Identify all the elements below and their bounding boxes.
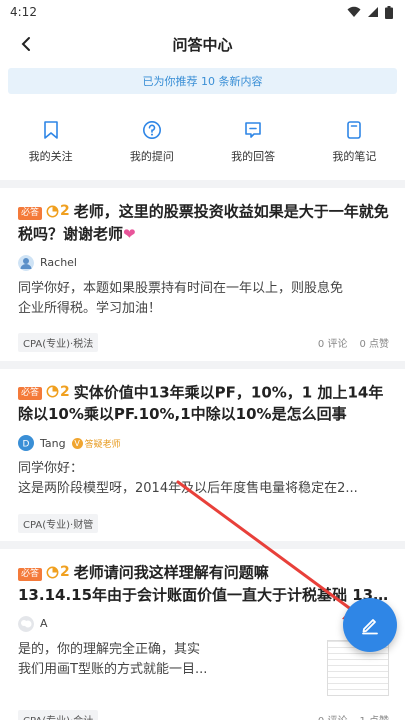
avatar: D: [18, 435, 34, 451]
author-name: Rachel: [40, 256, 77, 269]
coin-icon: [46, 385, 59, 398]
category-tag[interactable]: CPA(专业)·税法: [18, 333, 99, 352]
question-card[interactable]: 必答 2 老师，这里的股票投资收益如果是大于一年就免税吗？谢谢老师❤ Rachel …: [0, 188, 405, 361]
shortcut-label: 我的笔记: [332, 150, 377, 163]
card-stats: 0 评论 0 点赞: [318, 335, 389, 350]
must-answer-tag: 必答: [18, 206, 43, 220]
author-name: Tang: [40, 436, 66, 450]
shortcut-my-answers[interactable]: 我的回答: [213, 120, 293, 164]
comment-count: 0 评论: [317, 339, 348, 350]
nav-bar: 问答中心: [0, 24, 405, 64]
avatar: [18, 615, 34, 632]
question-title[interactable]: 必答 2 老师请问我这样理解有问题嘛 13.14.15年由于会计账面价值一直大于计税…: [18, 561, 389, 606]
question-title-line2: 13.14.15年由于会计账面价值一直大于计税基础 13年80...: [18, 585, 389, 604]
coin-reward: 2: [46, 200, 70, 222]
shortcut-label: 我的关注: [28, 150, 73, 163]
coin-reward: 2: [46, 381, 70, 403]
banner-container: 已为你推荐 10 条新内容: [0, 64, 405, 100]
question-icon: [142, 121, 161, 139]
coin-count: 2: [60, 383, 70, 400]
shortcut-label: 我的提问: [129, 150, 174, 163]
v-badge-icon: V: [71, 437, 83, 449]
answer-line: 我们用画T型账的方式就能一目...: [18, 661, 208, 677]
like-count: 1 点赞: [359, 712, 389, 720]
heart-emoji: ❤: [123, 224, 136, 243]
ask-question-button[interactable]: [343, 598, 397, 652]
answer-line: 同学你好，本题如果股票持有时间在一年以上，则股息免: [18, 280, 344, 296]
chevron-left-icon: [21, 37, 30, 51]
answer-preview[interactable]: 是的，你的理解完全正确，其实 我们用画T型账的方式就能一目...: [18, 640, 317, 680]
question-title-text: 老师，这里的股票投资收益如果是大于一年就免税吗？谢谢老师: [18, 202, 389, 243]
author-name: A: [40, 617, 48, 630]
avatar: [18, 254, 34, 271]
question-title[interactable]: 必答 2 实体价值中13年乘以PF，10%，1 加上14年除以10%乘以PF.10%…: [18, 381, 389, 426]
answer-line: 企业所得税。学习加油！: [18, 300, 162, 316]
coin-count: 2: [60, 564, 70, 580]
author-row: Rachel: [18, 253, 389, 273]
answer-line: 是的，你的理解完全正确，其实: [18, 641, 201, 657]
recommend-banner: 已为你推荐 10 条新内容: [8, 68, 397, 94]
category-tag[interactable]: CPA(专业)·财管: [18, 513, 99, 533]
signal-icon: [368, 7, 378, 17]
question-title[interactable]: 必答 2 老师，这里的股票投资收益如果是大于一年就免税吗？谢谢老师❤: [18, 200, 389, 245]
card-meta: CPA(专业)·财管: [18, 505, 389, 541]
question-feed: 必答 2 老师，这里的股票投资收益如果是大于一年就免税吗？谢谢老师❤ Rachel …: [0, 188, 405, 720]
back-button[interactable]: [14, 32, 38, 56]
comment-count: 0 评论: [318, 712, 348, 720]
status-icons: [347, 5, 393, 19]
must-answer-tag: 必答: [18, 387, 43, 400]
coin-reward: 2: [46, 561, 70, 583]
author-row: A: [18, 614, 389, 634]
comment-icon: [245, 122, 261, 138]
question-title-text: 实体价值中13年乘以PF，10%，1 加上14年除以10%乘以PF.10%,1中…: [18, 383, 384, 423]
page-title: 问答中心: [172, 35, 233, 54]
category-tag[interactable]: CPA(专业)·会计: [18, 710, 99, 720]
bookmark-icon: [43, 121, 58, 139]
teacher-badge: V 答疑老师: [71, 437, 121, 450]
wifi-icon: [347, 6, 361, 17]
pencil-icon: [362, 619, 378, 635]
note-icon: [347, 121, 362, 139]
answer-line: 同学你好：: [18, 461, 84, 476]
answer-preview[interactable]: 同学你好，本题如果股票持有时间在一年以上，则股息免 企业所得税。学习加油！: [18, 279, 389, 319]
question-title-text: 老师请问我这样理解有问题嘛: [73, 563, 269, 582]
shortcut-label: 我的回答: [231, 150, 276, 163]
status-bar: 4:12: [0, 0, 405, 24]
svg-text:D: D: [23, 440, 30, 450]
answer-line: 这是两阶段模型呀，2014年及以后年度售电量将稳定在2...: [18, 481, 358, 496]
battery-icon: [385, 5, 393, 19]
shortcut-bar: 我的关注 我的提问 我的回答 我的笔记: [0, 100, 405, 180]
shortcut-my-follows[interactable]: 我的关注: [11, 120, 91, 164]
coin-count: 2: [60, 203, 70, 219]
must-answer-tag: 必答: [18, 567, 43, 581]
card-meta: CPA(专业)·会计 0 评论 1 点赞: [18, 702, 389, 720]
shortcut-my-notes[interactable]: 我的笔记: [314, 120, 394, 164]
like-count: 0 点赞: [359, 339, 389, 350]
card-stats: 0 评论 1 点赞: [318, 712, 389, 720]
answer-block: 是的，你的理解完全正确，其实 我们用画T型账的方式就能一目...: [18, 634, 389, 696]
card-meta: CPA(专业)·税法 0 评论 0 点赞: [18, 325, 389, 361]
question-card[interactable]: 必答 2 实体价值中13年乘以PF，10%，1 加上14年除以10%乘以PF.10%…: [0, 368, 405, 541]
coin-icon: [46, 205, 59, 217]
coin-icon: [46, 566, 59, 578]
status-time: 4:12: [10, 5, 37, 19]
author-row: D Tang V 答疑老师: [18, 433, 389, 453]
shortcut-my-questions[interactable]: 我的提问: [112, 120, 192, 164]
teacher-badge-label: 答疑老师: [84, 439, 121, 450]
answer-preview[interactable]: 同学你好： 这是两阶段模型呀，2014年及以后年度售电量将稳定在2...: [18, 459, 389, 499]
